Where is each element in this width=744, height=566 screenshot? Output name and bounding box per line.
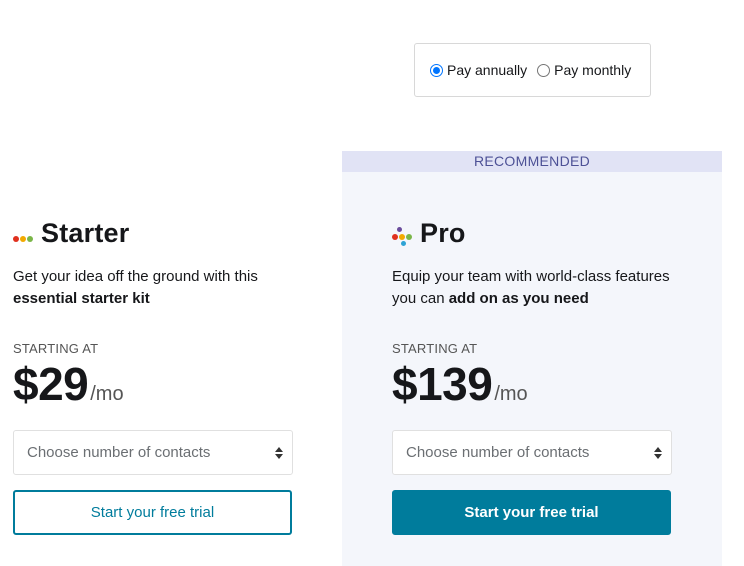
pay-annually-label: Pay annually	[447, 62, 528, 78]
logo-dot	[20, 236, 26, 242]
pro-price: $139	[392, 358, 493, 410]
pro-price-row: $139 /mo	[392, 357, 672, 410]
pro-plan-description: Equip your team with world-class feature…	[392, 266, 677, 310]
pro-plan-header: Pro	[392, 216, 672, 250]
pro-desc-bold: add on as you need	[448, 290, 589, 307]
pro-starting-at: STARTING AT	[392, 341, 478, 356]
logo-dot	[399, 234, 405, 240]
starter-plan-description: Get your idea off the ground with this e…	[13, 266, 298, 310]
pro-price-period: /mo	[494, 383, 528, 405]
logo-dot	[27, 236, 33, 242]
starter-free-trial-button[interactable]: Start your free trial	[13, 490, 292, 535]
logo-dot	[397, 227, 402, 232]
starter-price-row: $29 /mo	[13, 357, 293, 410]
pay-monthly-option[interactable]: Pay monthly	[537, 62, 631, 78]
logo-dot	[13, 236, 19, 242]
starter-desc-text: Get your idea off the ground with this	[13, 268, 258, 285]
select-arrows-icon	[275, 446, 283, 459]
logo-dot	[392, 234, 398, 240]
pro-plan-card: Pro Equip your team with world-class fea…	[392, 216, 672, 535]
recommended-badge: RECOMMENDED	[342, 151, 722, 172]
starter-plan-header: Starter	[13, 216, 293, 250]
starter-plan-card: Starter Get your idea off the ground wit…	[13, 216, 293, 535]
pay-annually-radio[interactable]	[430, 63, 443, 77]
starter-contacts-select[interactable]: Choose number of contacts	[13, 430, 293, 475]
pro-free-trial-button[interactable]: Start your free trial	[392, 490, 671, 535]
logo-dot	[401, 241, 406, 246]
select-arrows-icon	[654, 446, 662, 459]
starter-logo-icon	[13, 222, 37, 244]
starter-plan-name: Starter	[41, 217, 130, 248]
pro-select-placeholder: Choose number of contacts	[406, 444, 590, 461]
starter-select-placeholder: Choose number of contacts	[27, 444, 211, 461]
starter-desc-bold: essential starter kit	[13, 290, 150, 307]
starter-price-period: /mo	[90, 383, 124, 405]
logo-dot	[406, 234, 412, 240]
pay-annually-option[interactable]: Pay annually	[430, 62, 527, 78]
pay-monthly-radio[interactable]	[537, 63, 551, 77]
starter-price: $29	[13, 358, 89, 410]
pro-logo-icon	[392, 222, 416, 246]
pro-plan-name: Pro	[420, 217, 466, 248]
billing-toggle: Pay annually Pay monthly	[414, 43, 651, 97]
pro-contacts-select[interactable]: Choose number of contacts	[392, 430, 672, 475]
starter-starting-at: STARTING AT	[13, 341, 99, 356]
pay-monthly-label: Pay monthly	[554, 62, 632, 78]
